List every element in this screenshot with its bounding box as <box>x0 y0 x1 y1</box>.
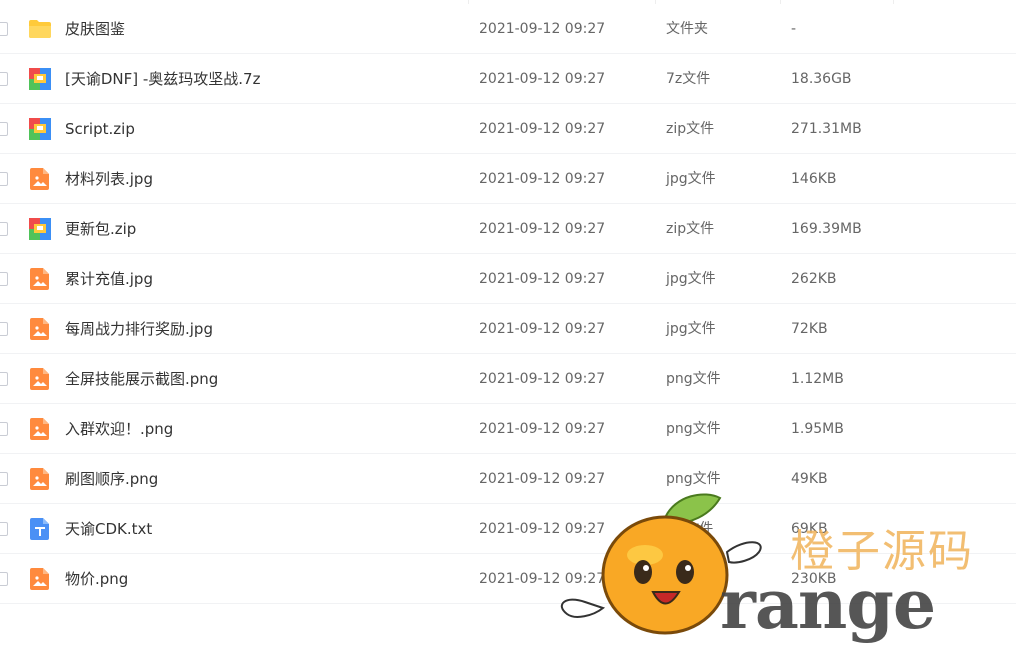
folder-icon <box>28 17 52 41</box>
file-row[interactable]: 全屏技能展示截图.png 2021-09-12 09:27 png文件 1.12… <box>0 354 1016 404</box>
file-time: 2021-09-12 09:27 <box>479 121 606 137</box>
text-file-icon <box>28 517 52 541</box>
file-type: 文件夹 <box>666 21 708 37</box>
file-name[interactable]: 全屏技能展示截图.png <box>65 354 218 404</box>
file-type: png文件 <box>666 371 721 387</box>
file-time: 2021-09-12 09:27 <box>479 371 606 387</box>
file-time: 2021-09-12 09:27 <box>479 271 606 287</box>
file-type: jpg文件 <box>666 171 716 187</box>
row-checkbox[interactable] <box>0 172 8 186</box>
file-time: 2021-09-12 09:27 <box>479 171 606 187</box>
file-row[interactable]: Script.zip 2021-09-12 09:27 zip文件 271.31… <box>0 104 1016 154</box>
file-name[interactable]: 刷图顺序.png <box>65 454 158 504</box>
file-time: 2021-09-12 09:27 <box>479 421 606 437</box>
row-checkbox[interactable] <box>0 72 8 86</box>
file-type: zip文件 <box>666 121 715 137</box>
file-type: jpg文件 <box>666 321 716 337</box>
file-name[interactable]: 入群欢迎！.png <box>65 404 173 454</box>
file-size: 72KB <box>791 321 828 337</box>
file-name[interactable]: 累计充值.jpg <box>65 254 153 304</box>
file-row[interactable]: 刷图顺序.png 2021-09-12 09:27 png文件 49KB <box>0 454 1016 504</box>
file-time: 2021-09-12 09:27 <box>479 521 606 537</box>
file-size: 49KB <box>791 471 828 487</box>
file-type: jpg文件 <box>666 271 716 287</box>
file-time: 2021-09-12 09:27 <box>479 71 606 87</box>
file-row[interactable]: 皮肤图鉴 2021-09-12 09:27 文件夹 - <box>0 4 1016 54</box>
row-checkbox[interactable] <box>0 422 8 436</box>
file-name[interactable]: [天谕DNF] -奥兹玛攻坚战.7z <box>65 54 260 104</box>
file-size: 18.36GB <box>791 71 852 87</box>
file-row[interactable]: [天谕DNF] -奥兹玛攻坚战.7z 2021-09-12 09:27 7z文件… <box>0 54 1016 104</box>
file-name[interactable]: 材料列表.jpg <box>65 154 153 204</box>
image-icon <box>28 267 52 291</box>
row-checkbox[interactable] <box>0 122 8 136</box>
file-time: 2021-09-12 09:27 <box>479 471 606 487</box>
archive-icon <box>28 67 52 91</box>
file-row[interactable]: 累计充值.jpg 2021-09-12 09:27 jpg文件 262KB <box>0 254 1016 304</box>
file-size: 1.12MB <box>791 371 844 387</box>
row-checkbox[interactable] <box>0 22 8 36</box>
image-icon <box>28 367 52 391</box>
file-type: txt文件 <box>666 521 714 537</box>
file-name[interactable]: Script.zip <box>65 104 135 154</box>
image-icon <box>28 467 52 491</box>
file-row[interactable]: 材料列表.jpg 2021-09-12 09:27 jpg文件 146KB <box>0 154 1016 204</box>
row-checkbox[interactable] <box>0 372 8 386</box>
file-size: 169.39MB <box>791 221 862 237</box>
file-type: zip文件 <box>666 221 715 237</box>
watermark-text-en: range <box>720 565 936 645</box>
row-checkbox[interactable] <box>0 222 8 236</box>
archive-icon <box>28 117 52 141</box>
file-name[interactable]: 皮肤图鉴 <box>65 4 125 54</box>
file-type: png文件 <box>666 421 721 437</box>
file-time: 2021-09-12 09:27 <box>479 221 606 237</box>
row-checkbox[interactable] <box>0 572 8 586</box>
file-type: 7z文件 <box>666 71 711 87</box>
file-name[interactable]: 物价.png <box>65 554 128 604</box>
file-type: png文件 <box>666 571 721 587</box>
row-checkbox[interactable] <box>0 522 8 536</box>
file-row[interactable]: 更新包.zip 2021-09-12 09:27 zip文件 169.39MB <box>0 204 1016 254</box>
file-time: 2021-09-12 09:27 <box>479 321 606 337</box>
file-type: png文件 <box>666 471 721 487</box>
file-row[interactable]: 每周战力排行奖励.jpg 2021-09-12 09:27 jpg文件 72KB <box>0 304 1016 354</box>
image-icon <box>28 417 52 441</box>
row-checkbox[interactable] <box>0 472 8 486</box>
file-size: 1.95MB <box>791 421 844 437</box>
file-size: 262KB <box>791 271 837 287</box>
image-icon <box>28 167 52 191</box>
file-row[interactable]: 入群欢迎！.png 2021-09-12 09:27 png文件 1.95MB <box>0 404 1016 454</box>
file-size: 146KB <box>791 171 837 187</box>
file-name[interactable]: 天谕CDK.txt <box>65 504 152 554</box>
row-checkbox[interactable] <box>0 272 8 286</box>
image-icon <box>28 317 52 341</box>
file-size: - <box>791 21 797 37</box>
file-size: 271.31MB <box>791 121 862 137</box>
row-checkbox[interactable] <box>0 322 8 336</box>
file-name[interactable]: 每周战力排行奖励.jpg <box>65 304 213 354</box>
image-icon <box>28 567 52 591</box>
archive-icon <box>28 217 52 241</box>
file-list: 皮肤图鉴 2021-09-12 09:27 文件夹 - [天谕DNF] -奥兹玛… <box>0 4 1016 604</box>
file-time: 2021-09-12 09:27 <box>479 571 606 587</box>
file-time: 2021-09-12 09:27 <box>479 21 606 37</box>
file-name[interactable]: 更新包.zip <box>65 204 136 254</box>
